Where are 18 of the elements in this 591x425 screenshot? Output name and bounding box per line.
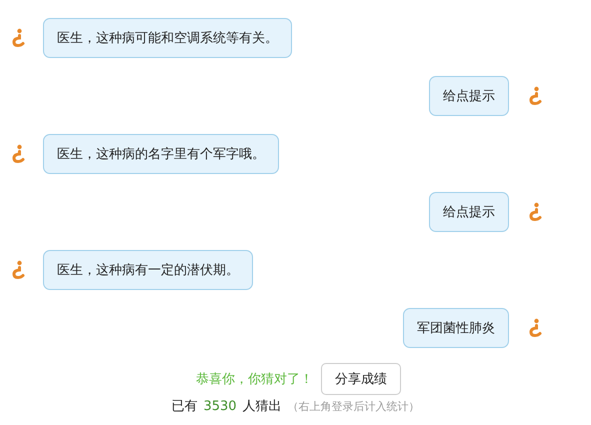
question-icon: [528, 86, 542, 106]
chat-bubble: 给点提示: [429, 76, 509, 116]
success-message: 恭喜你，你猜对了！: [196, 371, 313, 388]
question-icon: [528, 202, 542, 222]
chat-bubble: 给点提示: [429, 192, 509, 232]
share-button[interactable]: 分享成绩: [321, 363, 401, 395]
question-icon: [11, 28, 25, 48]
chat-bubble: 医生，这种病有一定的潜伏期。: [43, 250, 253, 290]
question-icon: [11, 144, 25, 164]
question-icon: [528, 318, 542, 338]
chat-bubble: 医生，这种病的名字里有个军字哦。: [43, 134, 279, 174]
chat-bubble: 军团菌性肺炎: [403, 308, 509, 348]
stats-note: （右上角登录后计入统计）: [288, 399, 420, 414]
stats-suffix: 人猜出: [242, 398, 282, 415]
stats-prefix: 已有: [171, 398, 198, 415]
question-icon: [11, 260, 25, 280]
chat-bubble: 医生，这种病可能和空调系统等有关。: [43, 18, 292, 58]
guess-count: 3530: [203, 399, 237, 414]
